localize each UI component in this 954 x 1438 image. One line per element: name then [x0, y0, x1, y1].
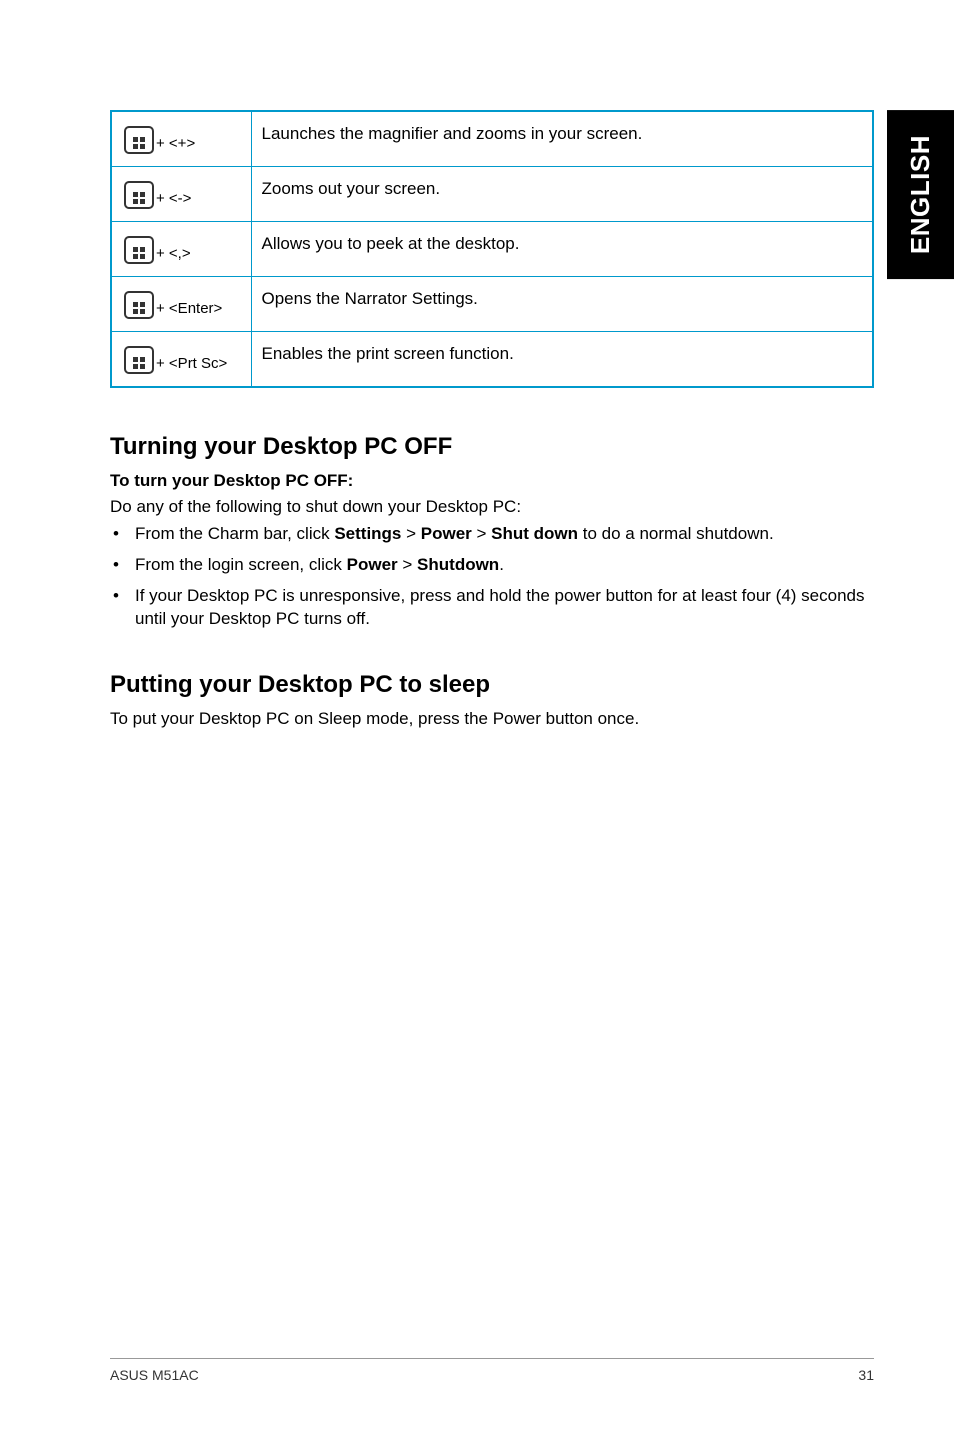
list-bold: Settings [334, 524, 401, 543]
key-combo-text: + <,> [156, 245, 191, 264]
intro-text: Do any of the following to shut down you… [110, 497, 874, 517]
windows-key-icon [124, 236, 154, 264]
list-item: From the Charm bar, click Settings > Pow… [135, 523, 874, 546]
bullet-list-shutdown: From the Charm bar, click Settings > Pow… [110, 523, 874, 631]
shortcut-key-cell: + <Prt Sc> [111, 332, 251, 388]
key-combo-text: + <+> [156, 135, 195, 154]
section-heading-turning-off: Turning your Desktop PC OFF [110, 433, 874, 461]
footer-page-number: 31 [858, 1367, 874, 1383]
list-text: to do a normal shutdown. [578, 524, 774, 543]
language-tab: ENGLISH [887, 110, 954, 279]
footer-model: ASUS M51AC [110, 1367, 199, 1383]
list-item: If your Desktop PC is unresponsive, pres… [135, 585, 874, 631]
key-combo-text: + <Enter> [156, 300, 222, 319]
list-text: From the login screen, click [135, 555, 347, 574]
section-heading-sleep: Putting your Desktop PC to sleep [110, 671, 874, 699]
shortcut-description: Allows you to peek at the desktop. [251, 222, 873, 277]
list-text: > [472, 524, 491, 543]
key-combo-text: + <Prt Sc> [156, 355, 227, 374]
windows-key-icon [124, 181, 154, 209]
key-combo-text: + <-> [156, 190, 191, 209]
shortcut-table: + <+> Launches the magnifier and zooms i… [110, 110, 874, 388]
list-text: > [398, 555, 417, 574]
page-content: + <+> Launches the magnifier and zooms i… [0, 0, 954, 795]
shortcut-description: Enables the print screen function. [251, 332, 873, 388]
list-text: From the Charm bar, click [135, 524, 334, 543]
shortcut-description: Opens the Narrator Settings. [251, 277, 873, 332]
table-row: + <Enter> Opens the Narrator Settings. [111, 277, 873, 332]
table-row: + <Prt Sc> Enables the print screen func… [111, 332, 873, 388]
shortcut-description: Launches the magnifier and zooms in your… [251, 111, 873, 167]
table-row: + <,> Allows you to peek at the desktop. [111, 222, 873, 277]
list-bold: Shutdown [417, 555, 499, 574]
list-bold: Power [347, 555, 398, 574]
shortcut-key-cell: + <Enter> [111, 277, 251, 332]
windows-key-icon [124, 126, 154, 154]
shortcut-key-cell: + <,> [111, 222, 251, 277]
page-footer: ASUS M51AC 31 [110, 1358, 874, 1383]
list-text: If your Desktop PC is unresponsive, pres… [135, 586, 865, 628]
shortcut-key-cell: + <+> [111, 111, 251, 167]
list-item: From the login screen, click Power > Shu… [135, 554, 874, 577]
list-bold: Shut down [491, 524, 578, 543]
table-row: + <-> Zooms out your screen. [111, 167, 873, 222]
windows-key-icon [124, 291, 154, 319]
subheading-turn-off: To turn your Desktop PC OFF: [110, 471, 874, 491]
list-text: > [401, 524, 420, 543]
shortcut-key-cell: + <-> [111, 167, 251, 222]
list-bold: Power [421, 524, 472, 543]
table-row: + <+> Launches the magnifier and zooms i… [111, 111, 873, 167]
sleep-body-text: To put your Desktop PC on Sleep mode, pr… [110, 709, 874, 729]
windows-key-icon [124, 346, 154, 374]
shortcut-description: Zooms out your screen. [251, 167, 873, 222]
list-text: . [499, 555, 504, 574]
